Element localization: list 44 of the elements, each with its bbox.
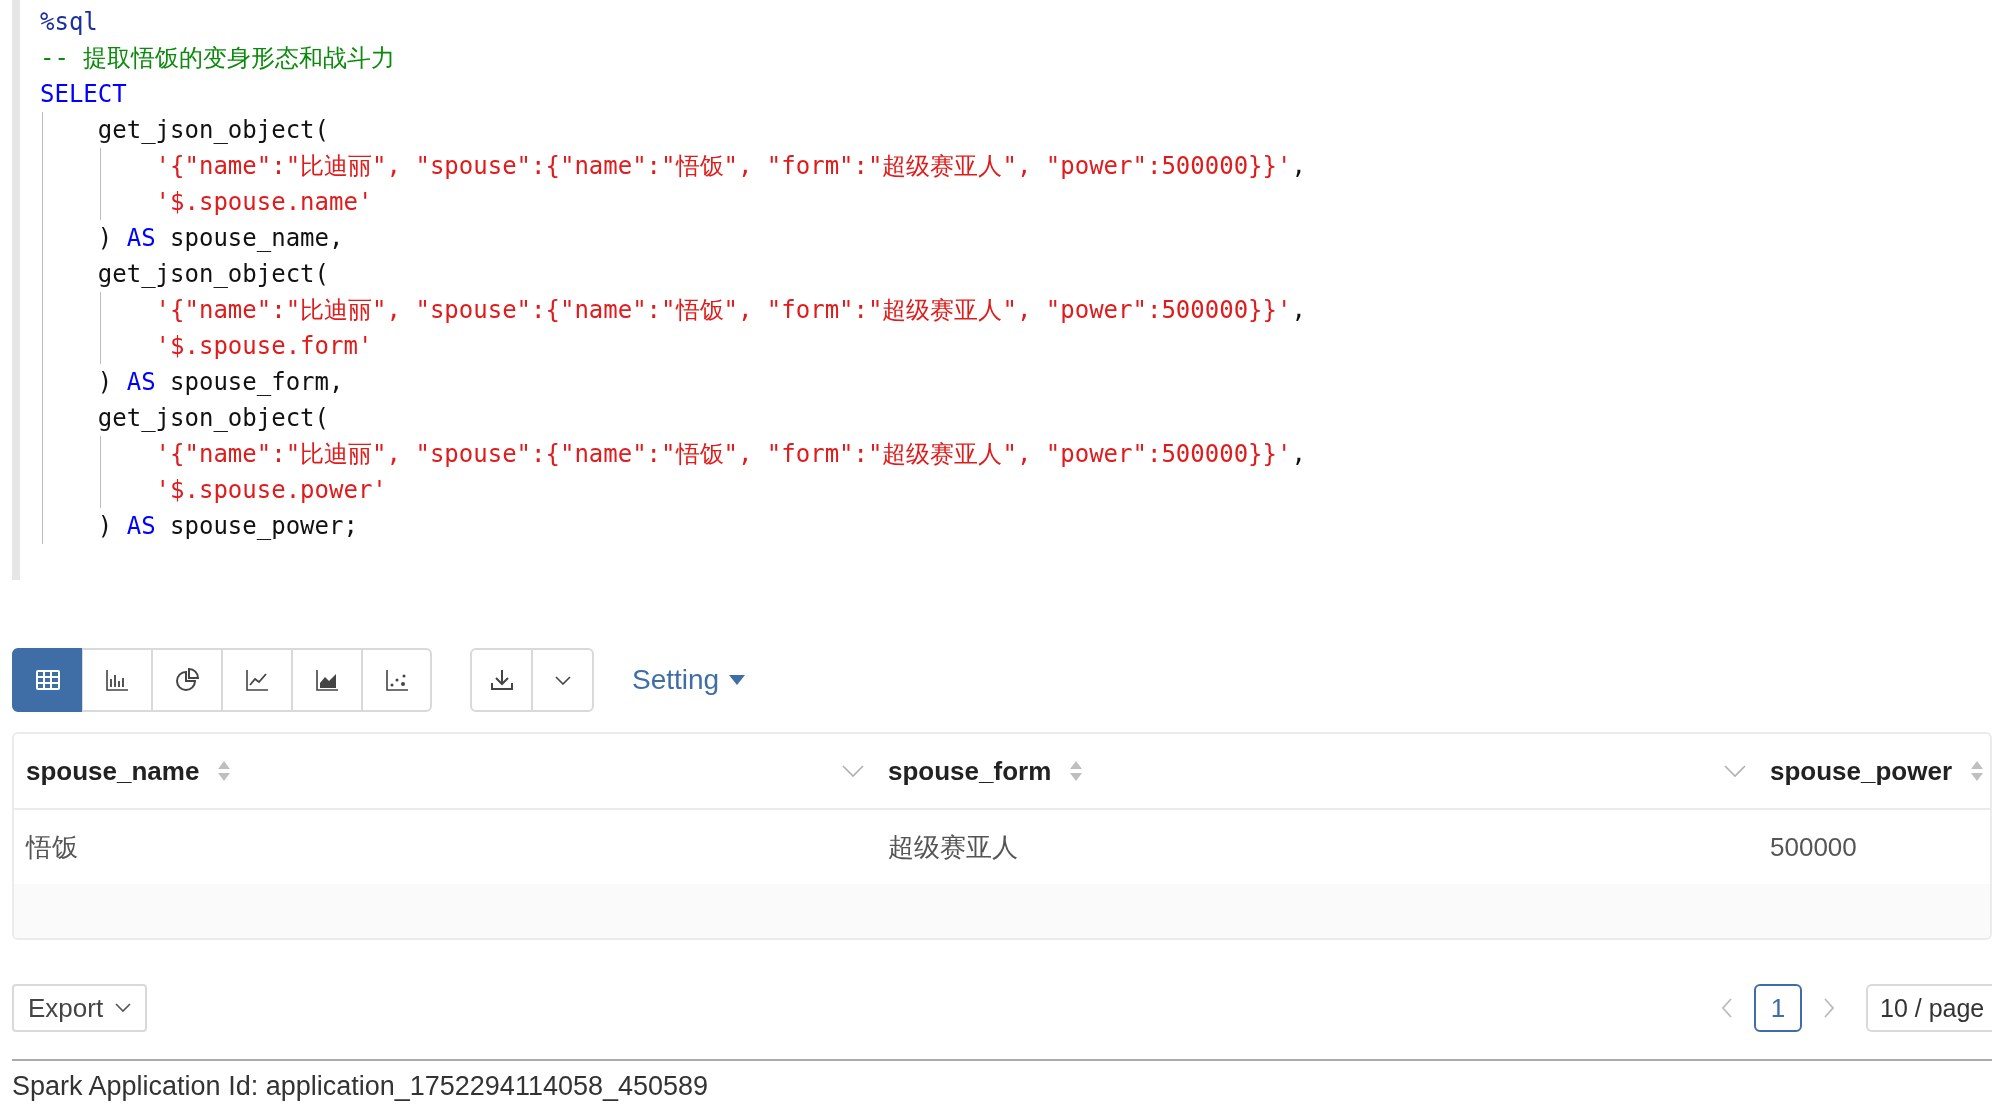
area-chart-button[interactable] xyxy=(292,648,362,712)
column-header: spouse_power xyxy=(1770,755,1953,787)
code-line: -- 提取悟饭的变身形态和战斗力 xyxy=(40,43,396,74)
code-line: '{"name":"比迪丽", "spouse":{"name":"悟饭", "form":"超级赛亚人", "power":500000}}', xyxy=(40,436,1306,472)
line-chart-button[interactable] xyxy=(222,648,292,712)
scatter-chart-button[interactable] xyxy=(362,648,432,712)
code-line: get_json_object( xyxy=(40,256,329,292)
chevron-right-icon xyxy=(1822,997,1836,1019)
pie-chart-icon xyxy=(173,666,201,694)
page-button[interactable]: 1 xyxy=(1754,984,1802,1032)
export-dropdown[interactable]: Export xyxy=(12,984,148,1032)
column-header: spouse_form xyxy=(888,755,1052,787)
chevron-down-icon[interactable] xyxy=(1724,764,1746,778)
chevron-down-icon xyxy=(554,675,571,685)
code-line: %sql xyxy=(40,7,98,38)
setting-dropdown[interactable]: Setting xyxy=(632,648,746,712)
chevron-down-icon[interactable] xyxy=(842,764,864,778)
code-line: '{"name":"比迪丽", "spouse":{"name":"悟饭", "form":"超级赛亚人", "power":500000}}', xyxy=(40,148,1306,184)
bar-chart-button[interactable] xyxy=(82,648,152,712)
table-cell-text: 500000 xyxy=(1769,830,1858,864)
code-line: ) AS spouse_power; xyxy=(40,508,358,544)
chevron-left-icon xyxy=(1720,997,1734,1019)
table-view-button[interactable] xyxy=(12,648,82,712)
sort-icon[interactable] xyxy=(1069,760,1084,782)
code-line: ) AS spouse_form, xyxy=(40,364,344,400)
code-line: ) AS spouse_name, xyxy=(40,220,344,256)
chevron-down-icon xyxy=(115,1003,132,1013)
code-line: '$.spouse.power' xyxy=(40,472,387,508)
table-cell-text: 超级赛亚人 xyxy=(887,830,1019,864)
download-button[interactable] xyxy=(470,648,532,712)
code-line: get_json_object( xyxy=(40,400,329,436)
caret-down-icon xyxy=(729,675,746,685)
code-line: SELECT xyxy=(40,79,127,110)
table-cell-text: 悟饭 xyxy=(24,830,79,864)
sort-icon[interactable] xyxy=(1970,760,1985,782)
page-size-dropdown[interactable]: 10 / page xyxy=(1866,984,1992,1032)
code-line: '$.spouse.form' xyxy=(40,328,373,364)
code-line: '{"name":"比迪丽", "spouse":{"name":"悟饭", "form":"超级赛亚人", "power":500000}}', xyxy=(40,292,1306,328)
code-line: '$.spouse.name' xyxy=(40,184,373,220)
status-text: Spark Application Id: application_1752294114058_450589 xyxy=(12,1071,709,1102)
sort-icon[interactable] xyxy=(217,760,232,782)
pie-chart-button[interactable] xyxy=(152,648,222,712)
code-line: get_json_object( xyxy=(40,112,329,148)
column-header: spouse_name xyxy=(26,755,200,787)
